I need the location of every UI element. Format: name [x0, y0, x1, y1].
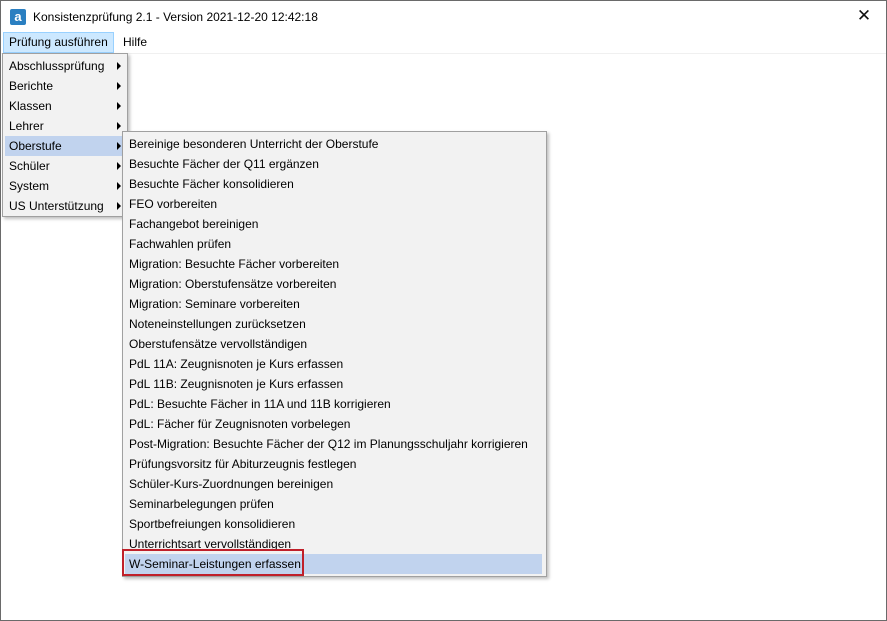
submenu-item-bereinige-besonderen-unterricht-der-oberstufe[interactable]: Bereinige besonderen Unterricht der Ober…: [125, 134, 542, 154]
submenu-item-besuchte-faecher-konsolidieren[interactable]: Besuchte Fächer konsolidieren: [125, 174, 542, 194]
menu-item-klassen[interactable]: Klassen: [5, 96, 123, 116]
menu-item-label: Oberstufe: [9, 139, 62, 153]
submenu-item-migration-besuchte-faecher-vorbereiten[interactable]: Migration: Besuchte Fächer vorbereiten: [125, 254, 542, 274]
submenu-item-seminarbelegungen-pruefen[interactable]: Seminarbelegungen prüfen: [125, 494, 542, 514]
menu-pruefung-ausfuehren[interactable]: Prüfung ausführen: [3, 32, 114, 53]
menu-item-label: Klassen: [9, 99, 52, 113]
window-title: Konsistenzprüfung 2.1 - Version 2021-12-…: [33, 10, 318, 24]
menu-item-label: Berichte: [9, 79, 54, 93]
submenu-item-feo-vorbereiten[interactable]: FEO vorbereiten: [125, 194, 542, 214]
submenu-item-migration-oberstufensaetze-vorbereiten[interactable]: Migration: Oberstufensätze vorbereiten: [125, 274, 542, 294]
submenu-arrow-icon: [117, 162, 121, 170]
submenu-item-migration-seminare-vorbereiten[interactable]: Migration: Seminare vorbereiten: [125, 294, 542, 314]
menu-item-abschlusspruefung[interactable]: Abschlussprüfung: [5, 56, 123, 76]
app-logo-icon: a: [10, 9, 26, 25]
menu-item-label: Schüler: [9, 159, 50, 173]
submenu-item-sportbefreiungen-konsolidieren[interactable]: Sportbefreiungen konsolidieren: [125, 514, 542, 534]
menu-item-system[interactable]: System: [5, 176, 123, 196]
menu-item-label: Lehrer: [9, 119, 44, 133]
annotation-highlight-box: [122, 549, 304, 576]
submenu-arrow-icon: [117, 82, 121, 90]
menu-item-berichte[interactable]: Berichte: [5, 76, 123, 96]
menu-item-lehrer[interactable]: Lehrer: [5, 116, 123, 136]
submenu-item-oberstufensaetze-vervollstaendigen[interactable]: Oberstufensätze vervollständigen: [125, 334, 542, 354]
menu-bar: Prüfung ausführen Hilfe: [1, 32, 886, 54]
submenu-item-pdl-11b-zeugnisnoten-je-kurs-erfassen[interactable]: PdL 11B: Zeugnisnoten je Kurs erfassen: [125, 374, 542, 394]
close-button[interactable]: ✕: [842, 1, 886, 32]
menu-item-label: System: [9, 179, 50, 193]
submenu-item-besuchte-faecher-der-q11-ergaenzen[interactable]: Besuchte Fächer der Q11 ergänzen: [125, 154, 542, 174]
menu-item-label: Abschlussprüfung: [9, 59, 105, 73]
submenu-item-pdl-11a-zeugnisnoten-je-kurs-erfassen[interactable]: PdL 11A: Zeugnisnoten je Kurs erfassen: [125, 354, 542, 374]
oberstufe-submenu: Bereinige besonderen Unterricht der Ober…: [122, 131, 547, 577]
submenu-item-schueler-kurs-zuordnungen-bereinigen[interactable]: Schüler-Kurs-Zuordnungen bereinigen: [125, 474, 542, 494]
submenu-item-pruefungsvorsitz-fuer-abiturzeugnis-festlegen[interactable]: Prüfungsvorsitz für Abiturzeugnis festle…: [125, 454, 542, 474]
submenu-item-fachangebot-bereinigen[interactable]: Fachangebot bereinigen: [125, 214, 542, 234]
submenu-item-fachwahlen-pruefen[interactable]: Fachwahlen prüfen: [125, 234, 542, 254]
menu-item-schueler[interactable]: Schüler: [5, 156, 123, 176]
submenu-arrow-icon: [117, 202, 121, 210]
submenu-item-post-migration-besuchte-faecher-der-q12-im-planungsschuljahr-korrigieren[interactable]: Post-Migration: Besuchte Fächer der Q12 …: [125, 434, 542, 454]
menu-item-us-unterstuetzung[interactable]: US Unterstützung: [5, 196, 123, 216]
submenu-arrow-icon: [117, 102, 121, 110]
submenu-item-pdl-faecher-fuer-zeugnisnoten-vorbelegen[interactable]: PdL: Fächer für Zeugnisnoten vorbelegen: [125, 414, 542, 434]
submenu-arrow-icon: [117, 142, 121, 150]
menu-item-oberstufe[interactable]: Oberstufe: [5, 136, 123, 156]
submenu-arrow-icon: [117, 182, 121, 190]
menu-item-label: US Unterstützung: [9, 199, 104, 213]
submenu-item-noteneinstellungen-zuruecksetzen[interactable]: Noteneinstellungen zurücksetzen: [125, 314, 542, 334]
title-bar[interactable]: a Konsistenzprüfung 2.1 - Version 2021-1…: [1, 1, 886, 32]
menu-hilfe[interactable]: Hilfe: [118, 33, 152, 52]
submenu-item-pdl-besuchte-faecher-in-11a-und-11b-korrigieren[interactable]: PdL: Besuchte Fächer in 11A und 11B korr…: [125, 394, 542, 414]
pruefung-dropdown-menu: Abschlussprüfung Berichte Klassen Lehrer Obe…: [2, 53, 128, 217]
submenu-arrow-icon: [117, 62, 121, 70]
submenu-arrow-icon: [117, 122, 121, 130]
